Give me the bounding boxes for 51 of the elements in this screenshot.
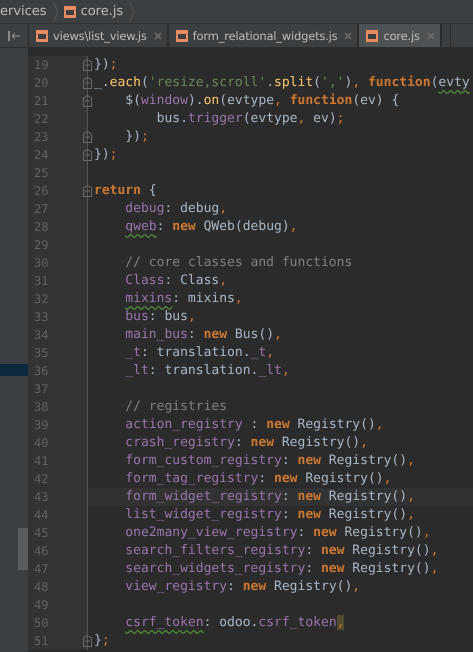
code-line: }); [124,129,149,145]
code-line: crash_registry: new Registry(), [124,435,368,451]
code-line: _.each('resize,scroll'.split(','), function(evty [94,75,470,91]
code-line: view_registry: new Registry(), [124,579,360,595]
code-line: _t: translation._t, [124,345,274,361]
js-file-icon [35,28,49,42]
code-line: }); [94,147,118,163]
code-line: $(window).on(evtype, function(ev) { [124,93,400,109]
js-file-icon [365,28,380,42]
fold-icon[interactable] [83,77,92,89]
code-line: // core classes and functions [124,255,352,271]
code-line: search_filters_registry: new Registry(), [124,543,438,559]
fold-icon[interactable] [83,149,92,161]
breadcrumb-item[interactable]: ervices [0,4,47,19]
code-line: one2many_view_registry: new Registry(), [124,525,431,541]
breadcrumb-item[interactable]: core.js [80,4,124,19]
editor-tab[interactable]: views\list_view.js [28,24,168,47]
close-icon[interactable] [426,32,435,40]
code-line: return { [94,183,157,199]
fold-icon[interactable] [83,95,92,107]
code-line: _lt: translation._lt, [124,363,290,379]
code-line: form_custom_registry: new Registry(), [124,453,415,469]
code-line: debug: debug, [124,201,228,217]
code-line: search_widgets_registry: new Registry(), [124,561,438,577]
code-line: qweb: new QWeb(debug), [124,219,298,235]
editor-tab[interactable]: core.js [358,24,441,47]
fold-icon[interactable] [83,59,92,71]
code-line: bus.trigger(evtype, ev); [156,111,344,127]
editor-tab[interactable]: form_relational_widgets.js [168,24,358,47]
fold-icon[interactable] [83,131,92,143]
code-line: // registries [124,399,228,415]
code-line: action_registry : new Registry(), [124,417,384,433]
collapse-icon[interactable] [8,30,20,40]
chevron-icon [129,0,136,22]
chevron-icon [52,0,59,22]
code-line: bus: bus, [124,309,196,325]
close-icon[interactable] [154,32,162,40]
code-line: list_widget_registry: new Registry(), [124,507,415,523]
code-line: form_tag_registry: new Registry(), [124,471,392,487]
js-file-icon [174,28,189,42]
scrollbar-thumb[interactable] [18,528,28,570]
fold-icon[interactable] [83,635,92,647]
code-line: Class: Class, [124,273,228,289]
fold-icon[interactable] [83,185,92,197]
close-icon[interactable] [344,32,352,40]
code-line: main_bus: new Bus(), [124,327,282,343]
code-line: }); [94,57,118,73]
code-line: mixins: mixins, [124,291,243,307]
code-line: csrf_token: odoo.csrf_token, [124,615,344,631]
code-line: }; [94,633,110,649]
code-line: form_widget_registry: new Registry(), [124,489,415,505]
